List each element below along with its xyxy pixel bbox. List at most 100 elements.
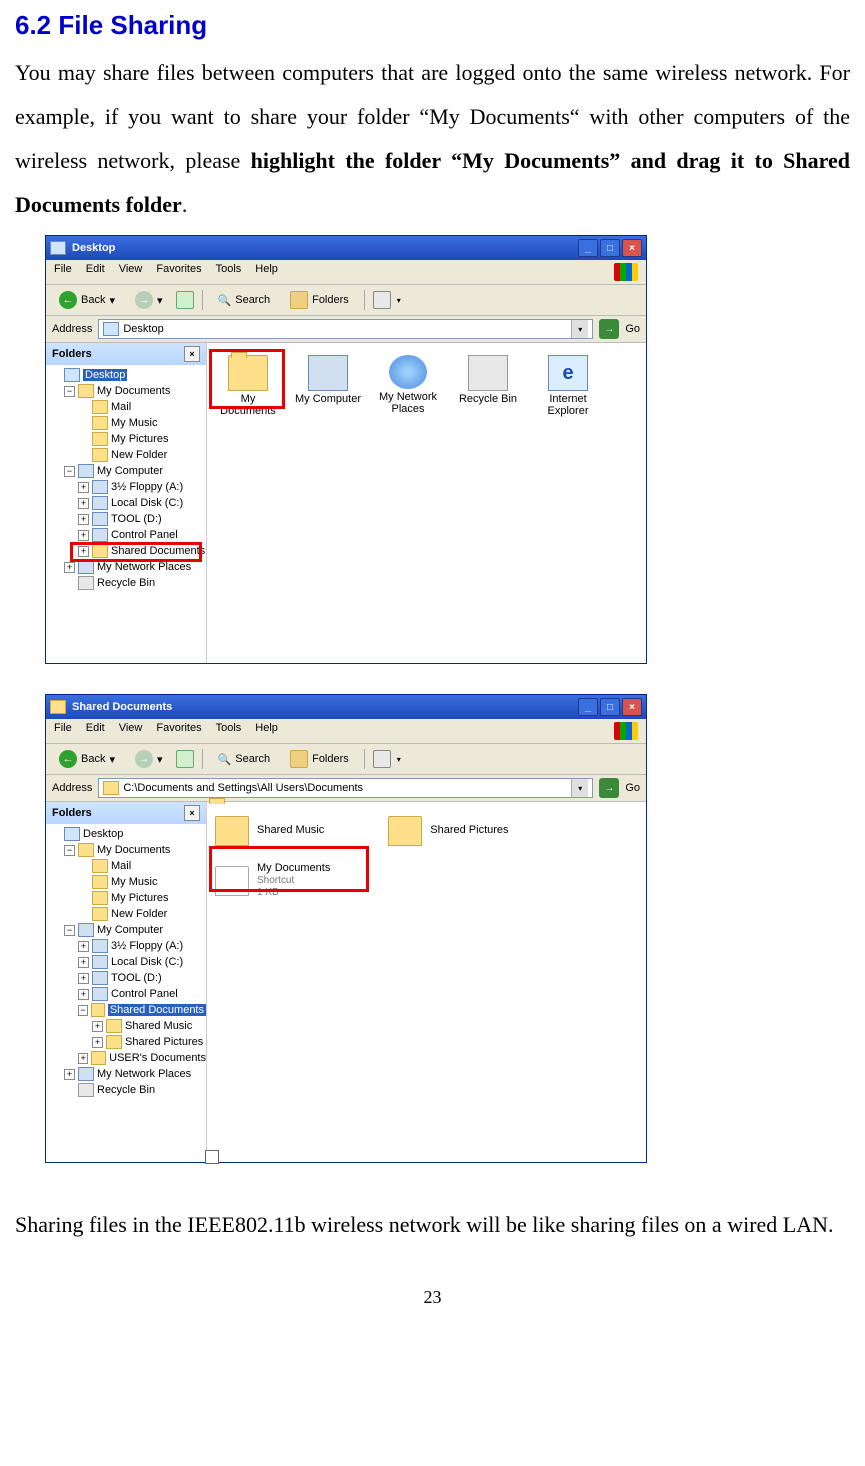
titlebar[interactable]: Desktop _ □ × <box>46 236 646 260</box>
tree-netplaces[interactable]: My Network Places <box>97 1068 191 1080</box>
menu-view[interactable]: View <box>119 722 143 740</box>
screenshot-shared-documents: Shared Documents _ □ × File Edit View Fa… <box>45 694 647 1163</box>
folders-pane-header: Folders <box>52 348 92 360</box>
folders-button[interactable]: Folders <box>283 747 356 771</box>
views-icon[interactable] <box>373 750 391 768</box>
tree-sharedmusic[interactable]: Shared Music <box>125 1020 192 1032</box>
go-button[interactable]: → <box>599 319 619 339</box>
folders-icon <box>290 750 308 768</box>
item-shared-pictures[interactable]: Shared Pictures <box>386 814 510 848</box>
tree-floppy[interactable]: 3½ Floppy (A:) <box>111 940 183 952</box>
folders-icon <box>290 291 308 309</box>
close-pane-button[interactable]: × <box>184 346 200 362</box>
windows-flag-icon <box>614 263 638 281</box>
tree-newfolder[interactable]: New Folder <box>111 908 167 920</box>
menubar: File Edit View Favorites Tools Help <box>46 260 646 285</box>
tree-localc[interactable]: Local Disk (C:) <box>111 956 183 968</box>
folders-button[interactable]: Folders <box>283 288 356 312</box>
search-button[interactable]: 🔍Search <box>211 291 278 310</box>
go-button[interactable]: → <box>599 778 619 798</box>
tree-mypics[interactable]: My Pictures <box>111 433 168 445</box>
tree-netplaces[interactable]: My Network Places <box>97 561 191 573</box>
menu-help[interactable]: Help <box>255 722 278 740</box>
tree-shared[interactable]: Shared Documents <box>111 545 205 557</box>
icon-my-network-places[interactable]: My Network Places <box>373 355 443 417</box>
tree-mydocs[interactable]: My Documents <box>97 844 170 856</box>
menu-view[interactable]: View <box>119 263 143 281</box>
tree-toold[interactable]: TOOL (D:) <box>111 513 162 525</box>
folder-tree[interactable]: Desktop −My Documents Mail My Music My P… <box>46 824 206 1162</box>
window-title: Desktop <box>72 242 115 254</box>
tree-sharedpics[interactable]: Shared Pictures <box>125 1036 203 1048</box>
intro-paragraph: You may share files between computers th… <box>15 51 850 227</box>
menu-favorites[interactable]: Favorites <box>156 722 201 740</box>
closing-paragraph: Sharing files in the IEEE802.11b wireles… <box>15 1203 850 1247</box>
minimize-button[interactable]: _ <box>578 698 598 716</box>
address-value: C:\Documents and Settings\All Users\Docu… <box>123 782 363 794</box>
tree-mymusic[interactable]: My Music <box>111 876 157 888</box>
back-button[interactable]: ←Back ▾ <box>52 288 122 312</box>
tree-floppy[interactable]: 3½ Floppy (A:) <box>111 481 183 493</box>
up-icon[interactable] <box>176 750 194 768</box>
forward-button[interactable]: → ▾ <box>128 747 170 771</box>
tree-ctrlpanel[interactable]: Control Panel <box>111 988 178 1000</box>
item-shared-music[interactable]: Shared Music <box>213 814 326 848</box>
menu-file[interactable]: File <box>54 263 72 281</box>
tree-mydocs[interactable]: My Documents <box>97 385 170 397</box>
desktop-icon <box>50 241 66 255</box>
tree-recycle[interactable]: Recycle Bin <box>97 1084 155 1096</box>
tree-toold[interactable]: TOOL (D:) <box>111 972 162 984</box>
icon-my-computer[interactable]: My Computer <box>293 355 363 417</box>
content-pane[interactable]: My Documents My Computer My Network Plac… <box>207 343 646 663</box>
maximize-button[interactable]: □ <box>600 698 620 716</box>
tree-mail[interactable]: Mail <box>111 860 131 872</box>
minimize-button[interactable]: _ <box>578 239 598 257</box>
close-pane-button[interactable]: × <box>184 805 200 821</box>
tree-desktop[interactable]: Desktop <box>83 828 123 840</box>
toolbar: ←Back ▾ → ▾ 🔍Search Folders ▾ <box>46 744 646 775</box>
views-icon[interactable] <box>373 291 391 309</box>
folder-tree[interactable]: Desktop −My Documents Mail My Music My P… <box>46 365 206 663</box>
menu-file[interactable]: File <box>54 722 72 740</box>
forward-button[interactable]: → ▾ <box>128 288 170 312</box>
section-heading: 6.2 File Sharing <box>15 10 850 41</box>
menu-tools[interactable]: Tools <box>216 263 242 281</box>
item-my-documents-shortcut[interactable]: My Documents Shortcut 1 KB <box>213 860 646 901</box>
menu-favorites[interactable]: Favorites <box>156 263 201 281</box>
tree-mypics[interactable]: My Pictures <box>111 892 168 904</box>
search-button[interactable]: 🔍Search <box>211 750 278 769</box>
maximize-button[interactable]: □ <box>600 239 620 257</box>
close-button[interactable]: × <box>622 239 642 257</box>
tree-desktop[interactable]: Desktop <box>83 369 127 381</box>
tree-mycomp[interactable]: My Computer <box>97 465 163 477</box>
folder-icon <box>50 700 66 714</box>
menu-edit[interactable]: Edit <box>86 263 105 281</box>
back-button[interactable]: ←Back ▾ <box>52 747 122 771</box>
tree-mymusic[interactable]: My Music <box>111 417 157 429</box>
titlebar[interactable]: Shared Documents _ □ × <box>46 695 646 719</box>
tree-shared[interactable]: Shared Documents <box>108 1004 206 1016</box>
screenshot-desktop: Desktop _ □ × File Edit View Favorites T… <box>45 235 647 664</box>
address-label: Address <box>52 782 92 794</box>
menu-help[interactable]: Help <box>255 263 278 281</box>
address-field[interactable]: Desktop ▾ <box>98 319 593 339</box>
tree-ctrlpanel[interactable]: Control Panel <box>111 529 178 541</box>
close-button[interactable]: × <box>622 698 642 716</box>
menu-tools[interactable]: Tools <box>216 722 242 740</box>
dropdown-icon[interactable]: ▾ <box>571 779 588 797</box>
icon-internet-explorer[interactable]: eInternet Explorer <box>533 355 603 417</box>
menu-edit[interactable]: Edit <box>86 722 105 740</box>
tree-mail[interactable]: Mail <box>111 401 131 413</box>
icon-recycle-bin[interactable]: Recycle Bin <box>453 355 523 417</box>
tree-localc[interactable]: Local Disk (C:) <box>111 497 183 509</box>
address-field[interactable]: C:\Documents and Settings\All Users\Docu… <box>98 778 593 798</box>
content-pane[interactable]: Shared Music Shared Pictures My Document… <box>207 802 646 1162</box>
tree-recycle[interactable]: Recycle Bin <box>97 577 155 589</box>
tree-userdocs[interactable]: USER's Documents <box>109 1052 206 1064</box>
dropdown-icon[interactable]: ▾ <box>571 320 588 338</box>
up-icon[interactable] <box>176 291 194 309</box>
tree-mycomp[interactable]: My Computer <box>97 924 163 936</box>
tree-newfolder[interactable]: New Folder <box>111 449 167 461</box>
icon-my-documents[interactable]: My Documents <box>213 355 283 417</box>
folders-pane-header: Folders <box>52 807 92 819</box>
